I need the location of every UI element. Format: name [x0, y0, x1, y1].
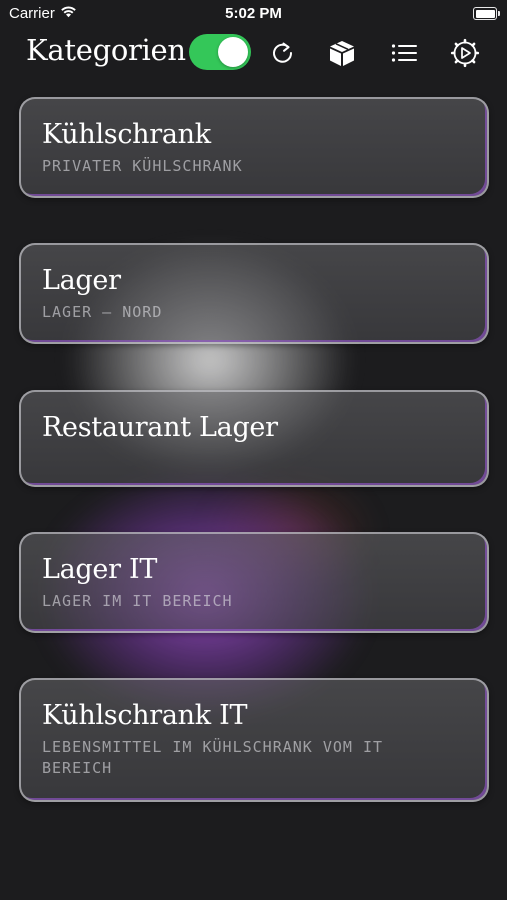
- box-icon[interactable]: [327, 38, 357, 68]
- refresh-icon[interactable]: [268, 38, 298, 68]
- category-card-lager-it[interactable]: Lager IT LAGER IM IT BEREICH: [19, 532, 489, 633]
- status-bar: Carrier 5:02 PM: [0, 0, 507, 28]
- category-toggle[interactable]: [189, 34, 251, 70]
- category-title: Restaurant Lager: [42, 412, 278, 443]
- category-title: Lager: [42, 265, 121, 296]
- page-title: Kategorien: [26, 33, 186, 67]
- category-title: Kühlschrank IT: [42, 700, 248, 731]
- battery-icon: [473, 7, 500, 20]
- header: Kategorien: [0, 30, 507, 76]
- category-subtitle: LAGER IM IT BEREICH: [42, 592, 233, 610]
- list-icon[interactable]: [389, 38, 419, 68]
- category-card-lager[interactable]: Lager LAGER – NORD: [19, 243, 489, 344]
- category-subtitle: LAGER – NORD: [42, 303, 163, 321]
- category-card-restaurant-lager[interactable]: Restaurant Lager: [19, 390, 489, 487]
- settings-play-icon[interactable]: [450, 38, 480, 68]
- status-time: 5:02 PM: [225, 5, 282, 22]
- category-title: Lager IT: [42, 554, 158, 585]
- category-subtitle: PRIVATER KÜHLSCHRANK: [42, 157, 243, 175]
- category-card-kuehlschrank[interactable]: Kühlschrank PRIVATER KÜHLSCHRANK: [19, 97, 489, 198]
- category-subtitle: LEBENSMITTEL IM KÜHLSCHRANK VOM IT BEREI…: [42, 738, 384, 777]
- toggle-knob: [218, 37, 248, 67]
- category-card-kuehlschrank-it[interactable]: Kühlschrank IT LEBENSMITTEL IM KÜHLSCHRA…: [19, 678, 489, 802]
- category-title: Kühlschrank: [42, 119, 211, 150]
